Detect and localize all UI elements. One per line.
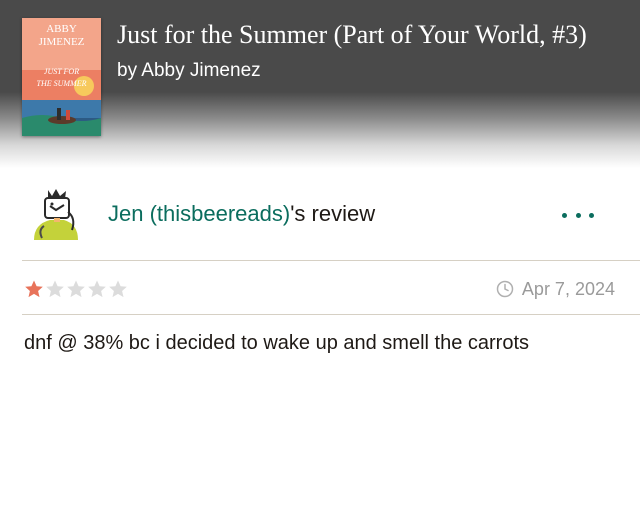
review-date-text: Apr 7, 2024: [521, 279, 615, 299]
star-rating[interactable]: [24, 279, 128, 299]
more-options-icon-dot: [575, 212, 581, 218]
more-options-icon-dot: [562, 212, 567, 218]
clock-icon: [496, 280, 514, 298]
more-options-button[interactable]: [562, 203, 594, 227]
avatar-image: [34, 189, 78, 240]
book-title[interactable]: Just for the Summer (Part of Your World,…: [117, 18, 627, 52]
avatar[interactable]: [28, 186, 84, 242]
star-icon[interactable]: [108, 279, 128, 299]
reviewer-name-link[interactable]: Jen (thisbeereads): [108, 201, 290, 226]
star-icon[interactable]: [87, 279, 107, 299]
divider: [22, 314, 640, 315]
more-options-icon-dot: [589, 212, 594, 218]
book-cover[interactable]: ABBY JIMENEZ JUST FOR THE SUMMER: [22, 18, 101, 136]
book-author[interactable]: by Abby Jimenez: [117, 59, 261, 83]
book-cover-art: ABBY JIMENEZ JUST FOR THE SUMMER: [22, 18, 101, 136]
reviewer-heading: Jen (thisbeereads)'s review: [108, 200, 375, 228]
star-icon[interactable]: [45, 279, 65, 299]
svg-text:ABBY: ABBY: [46, 23, 77, 35]
review-date: Apr 7, 2024: [496, 277, 615, 301]
review-body: dnf @ 38% bc i decided to wake up and sm…: [24, 332, 530, 354]
book-header: ABBY JIMENEZ JUST FOR THE SUMMER Just fo…: [0, 0, 640, 168]
svg-text:THE SUMMER: THE SUMMER: [37, 79, 87, 88]
svg-text:JUST FOR: JUST FOR: [44, 67, 79, 76]
review-suffix: 's review: [290, 201, 376, 226]
divider: [22, 260, 640, 261]
svg-text:JIMENEZ: JIMENEZ: [39, 36, 85, 48]
star-icon[interactable]: [24, 279, 44, 299]
star-icon[interactable]: [66, 279, 86, 299]
